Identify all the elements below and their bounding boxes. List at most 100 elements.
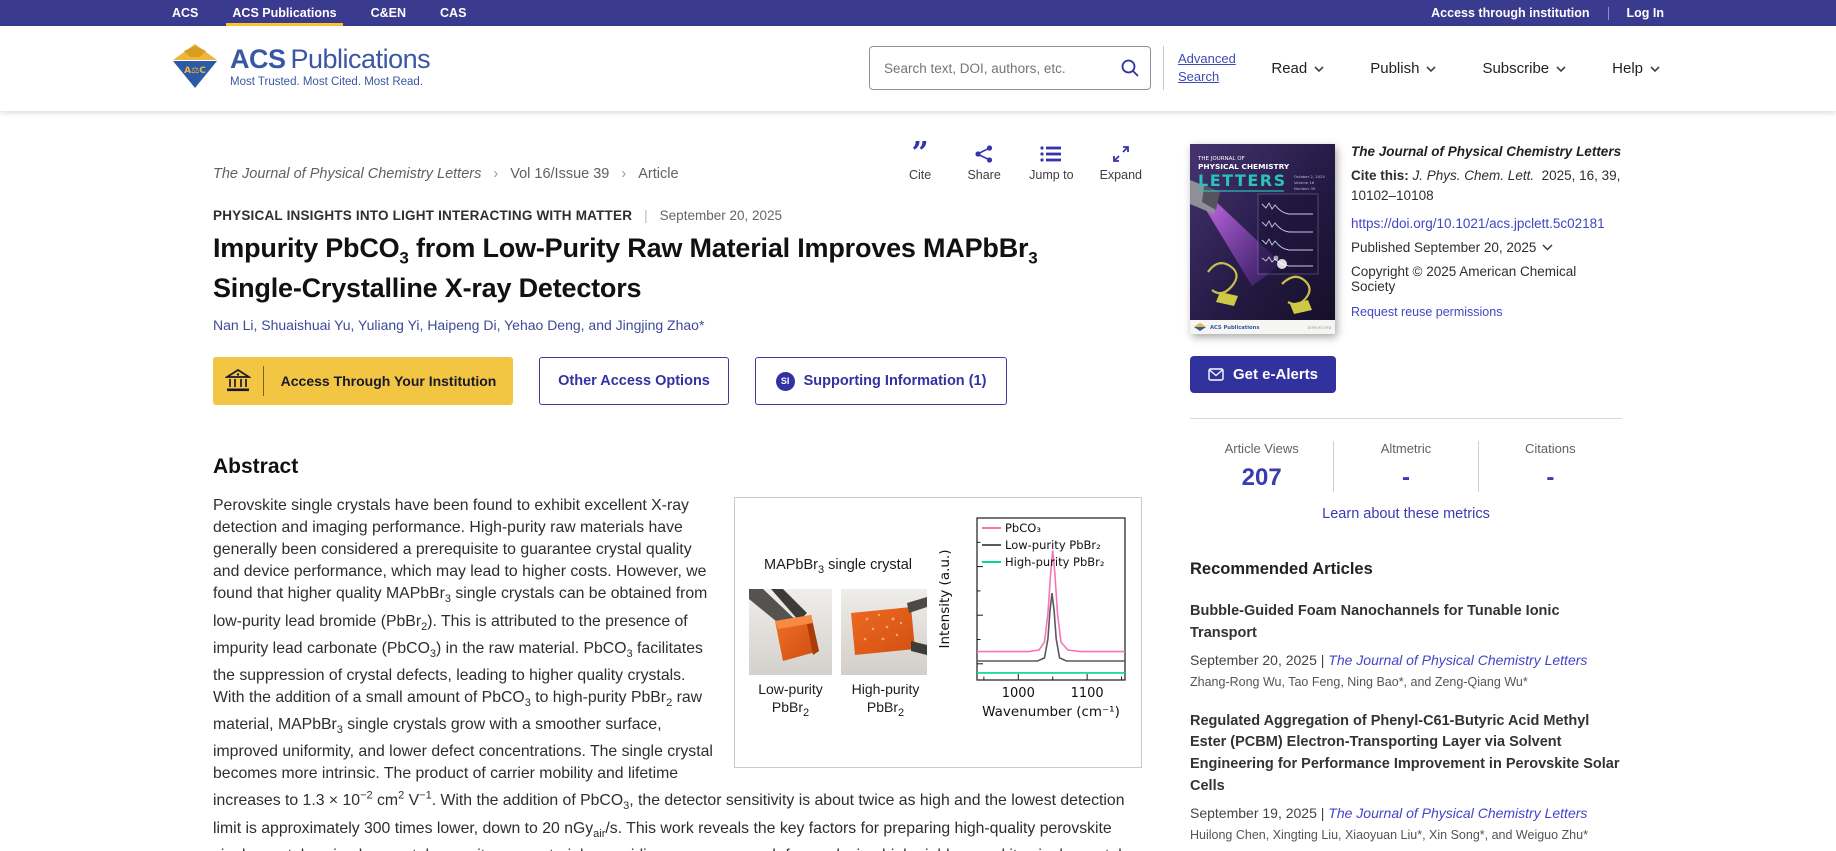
menu-publish[interactable]: Publish: [1370, 60, 1436, 77]
menu-help[interactable]: Help: [1612, 60, 1660, 77]
author-list[interactable]: Nan Li, Shuaishuai Yu, Yuliang Yi, Haipe…: [213, 317, 1142, 333]
topbar-link-cas[interactable]: CAS: [440, 0, 466, 26]
svg-text:1100: 1100: [1071, 686, 1104, 701]
svg-text:High-purity PbBr₂: High-purity PbBr₂: [1005, 555, 1105, 569]
learn-about-metrics-link[interactable]: Learn about these metrics: [1190, 506, 1622, 522]
supporting-information-button[interactable]: SI Supporting Information (1): [755, 357, 1007, 405]
cover-footer-brand: ACS Publications: [1210, 325, 1259, 331]
menu-subscribe[interactable]: Subscribe: [1482, 60, 1566, 77]
share-button[interactable]: Share: [965, 143, 1003, 182]
acs-publications-logo[interactable]: A⚖C ACSPublications Most Trusted. Most C…: [170, 43, 430, 89]
metric-altmetric: Altmetric -: [1333, 441, 1477, 492]
request-reuse-permissions-link[interactable]: Request reuse permissions: [1351, 305, 1622, 319]
search-divider: [1163, 46, 1164, 90]
recommended-article-meta: September 20, 2025 | The Journal of Phys…: [1190, 652, 1622, 668]
low-purity-caption: Low-purityPbBr2: [748, 681, 834, 720]
advanced-search-link[interactable]: Advanced Search: [1178, 50, 1250, 85]
top-utility-bar: ACS ACS Publications C&EN CAS Access thr…: [0, 0, 1836, 26]
breadcrumb-row: The Journal of Physical Chemistry Letter…: [213, 143, 1142, 182]
special-issue-label[interactable]: PHYSICAL INSIGHTS INTO LIGHT INTERACTING…: [213, 208, 632, 223]
high-purity-crystal-photo: [841, 589, 927, 675]
breadcrumb-separator: ›: [621, 166, 626, 182]
journal-cover-image[interactable]: THE JOURNAL OF PHYSICAL CHEMISTRY LETTER…: [1190, 144, 1335, 334]
menu-read-label: Read: [1271, 60, 1307, 77]
share-label: Share: [967, 168, 1000, 182]
cover-journal-line2: PHYSICAL CHEMISTRY: [1198, 162, 1290, 171]
logo-publications: Publications: [291, 44, 431, 74]
doi-link[interactable]: https://doi.org/10.1021/acs.jpclett.5c02…: [1351, 216, 1622, 231]
orange-crystal: [851, 607, 915, 655]
graphical-abstract-figure[interactable]: MAPbBr3 single crystal: [734, 497, 1142, 768]
access-institution-button[interactable]: Access Through Your Institution: [213, 357, 513, 405]
special-issue-row: PHYSICAL INSIGHTS INTO LIGHT INTERACTING…: [213, 208, 1142, 223]
topbar-link-cen[interactable]: C&EN: [371, 0, 406, 26]
recommended-article-journal-link[interactable]: The Journal of Physical Chemistry Letter…: [1328, 652, 1587, 668]
acs-eagle-icon: A⚖C: [170, 43, 220, 89]
menu-help-label: Help: [1612, 60, 1643, 77]
topbar-right: Access through institution Log In: [1431, 0, 1664, 26]
get-e-alerts-label: Get e-Alerts: [1233, 366, 1318, 383]
cover-journal-line3: LETTERS: [1198, 171, 1287, 190]
crystal-photos: [749, 589, 927, 675]
metric-label: Citations: [1479, 441, 1622, 456]
recommended-article-item: Bubble-Guided Foam Nanochannels for Tuna…: [1190, 601, 1622, 689]
institution-bank-icon: [225, 368, 251, 394]
svg-text:Number 39: Number 39: [1294, 186, 1316, 191]
other-access-label: Other Access Options: [558, 373, 710, 389]
cite-button[interactable]: ” Cite: [901, 143, 939, 182]
metric-label: Article Views: [1190, 441, 1333, 456]
jump-to-list-icon: [1040, 145, 1062, 163]
recommended-article-authors: Huilong Chen, Xingting Liu, Xiaoyuan Liu…: [1190, 828, 1622, 842]
expand-icon: [1111, 144, 1131, 164]
jump-to-button[interactable]: Jump to: [1029, 143, 1073, 182]
metric-value: 207: [1190, 464, 1333, 492]
article-title: Impurity PbCO3 from Low-Purity Raw Mater…: [213, 233, 1133, 304]
metrics-row: Article Views 207 Altmetric - Citations …: [1190, 441, 1622, 492]
site-header: A⚖C ACSPublications Most Trusted. Most C…: [0, 26, 1836, 111]
expand-button[interactable]: Expand: [1100, 143, 1142, 182]
breadcrumb-journal-link[interactable]: The Journal of Physical Chemistry Letter…: [213, 166, 481, 182]
citation-block: The Journal of Physical Chemistry Letter…: [1351, 144, 1622, 334]
login-link[interactable]: Log In: [1627, 6, 1665, 20]
abstract-section: MAPbBr3 single crystal: [213, 495, 1142, 851]
other-access-options-button[interactable]: Other Access Options: [539, 357, 729, 405]
topbar-link-acs[interactable]: ACS: [172, 0, 198, 26]
breadcrumb-issue-link[interactable]: Vol 16/Issue 39: [510, 166, 609, 182]
menu-read[interactable]: Read: [1271, 60, 1324, 77]
search-area: Advanced Search: [869, 46, 1250, 90]
recommended-article-title[interactable]: Bubble-Guided Foam Nanochannels for Tuna…: [1190, 601, 1622, 645]
access-through-institution-link[interactable]: Access through institution: [1431, 6, 1589, 20]
topbar-link-acs-publications[interactable]: ACS Publications: [232, 0, 336, 26]
published-date-row[interactable]: Published September 20, 2025: [1351, 240, 1622, 255]
svg-text:1000: 1000: [1002, 686, 1035, 701]
svg-text:October 2, 2025: October 2, 2025: [1294, 174, 1325, 179]
page-content: The Journal of Physical Chemistry Letter…: [0, 111, 1836, 851]
recommended-articles-heading: Recommended Articles: [1190, 560, 1622, 579]
topbar-divider: [1608, 7, 1609, 20]
expand-label: Expand: [1100, 168, 1142, 182]
metric-label: Altmetric: [1334, 441, 1477, 456]
sidebar: THE JOURNAL OF PHYSICAL CHEMISTRY LETTER…: [1190, 111, 1622, 851]
citation-journal-title[interactable]: The Journal of Physical Chemistry Letter…: [1351, 144, 1622, 159]
abstract-heading: Abstract: [213, 455, 1142, 479]
svg-text:Low-purity PbBr₂: Low-purity PbBr₂: [1005, 538, 1101, 552]
brand-nav: ACS ACS Publications C&EN CAS: [172, 0, 466, 26]
logo-acs: ACS: [230, 44, 286, 74]
search-box: [869, 46, 1151, 90]
access-buttons-row: Access Through Your Institution Other Ac…: [213, 357, 1142, 405]
breadcrumb-separator: ›: [493, 166, 498, 182]
envelope-icon: [1208, 368, 1224, 381]
low-purity-crystal-photo: [749, 589, 832, 675]
si-badge-icon: SI: [776, 372, 795, 391]
recommended-article-date: September 19, 2025: [1190, 805, 1317, 821]
svg-text:pubs.acs.org: pubs.acs.org: [1308, 326, 1331, 330]
cite-quote-icon: ”: [911, 144, 928, 164]
search-icon[interactable]: [1120, 58, 1140, 78]
get-e-alerts-button[interactable]: Get e-Alerts: [1190, 356, 1336, 393]
recommended-article-journal-link[interactable]: The Journal of Physical Chemistry Letter…: [1328, 805, 1587, 821]
svg-text:PbCO₃: PbCO₃: [1005, 521, 1041, 535]
search-input[interactable]: [884, 61, 1120, 76]
recommended-article-title[interactable]: Regulated Aggregation of Phenyl-C61-Buty…: [1190, 711, 1622, 798]
svg-text:A⚖C: A⚖C: [184, 66, 206, 76]
header-menus: Read Publish Subscribe Help: [1271, 26, 1660, 111]
